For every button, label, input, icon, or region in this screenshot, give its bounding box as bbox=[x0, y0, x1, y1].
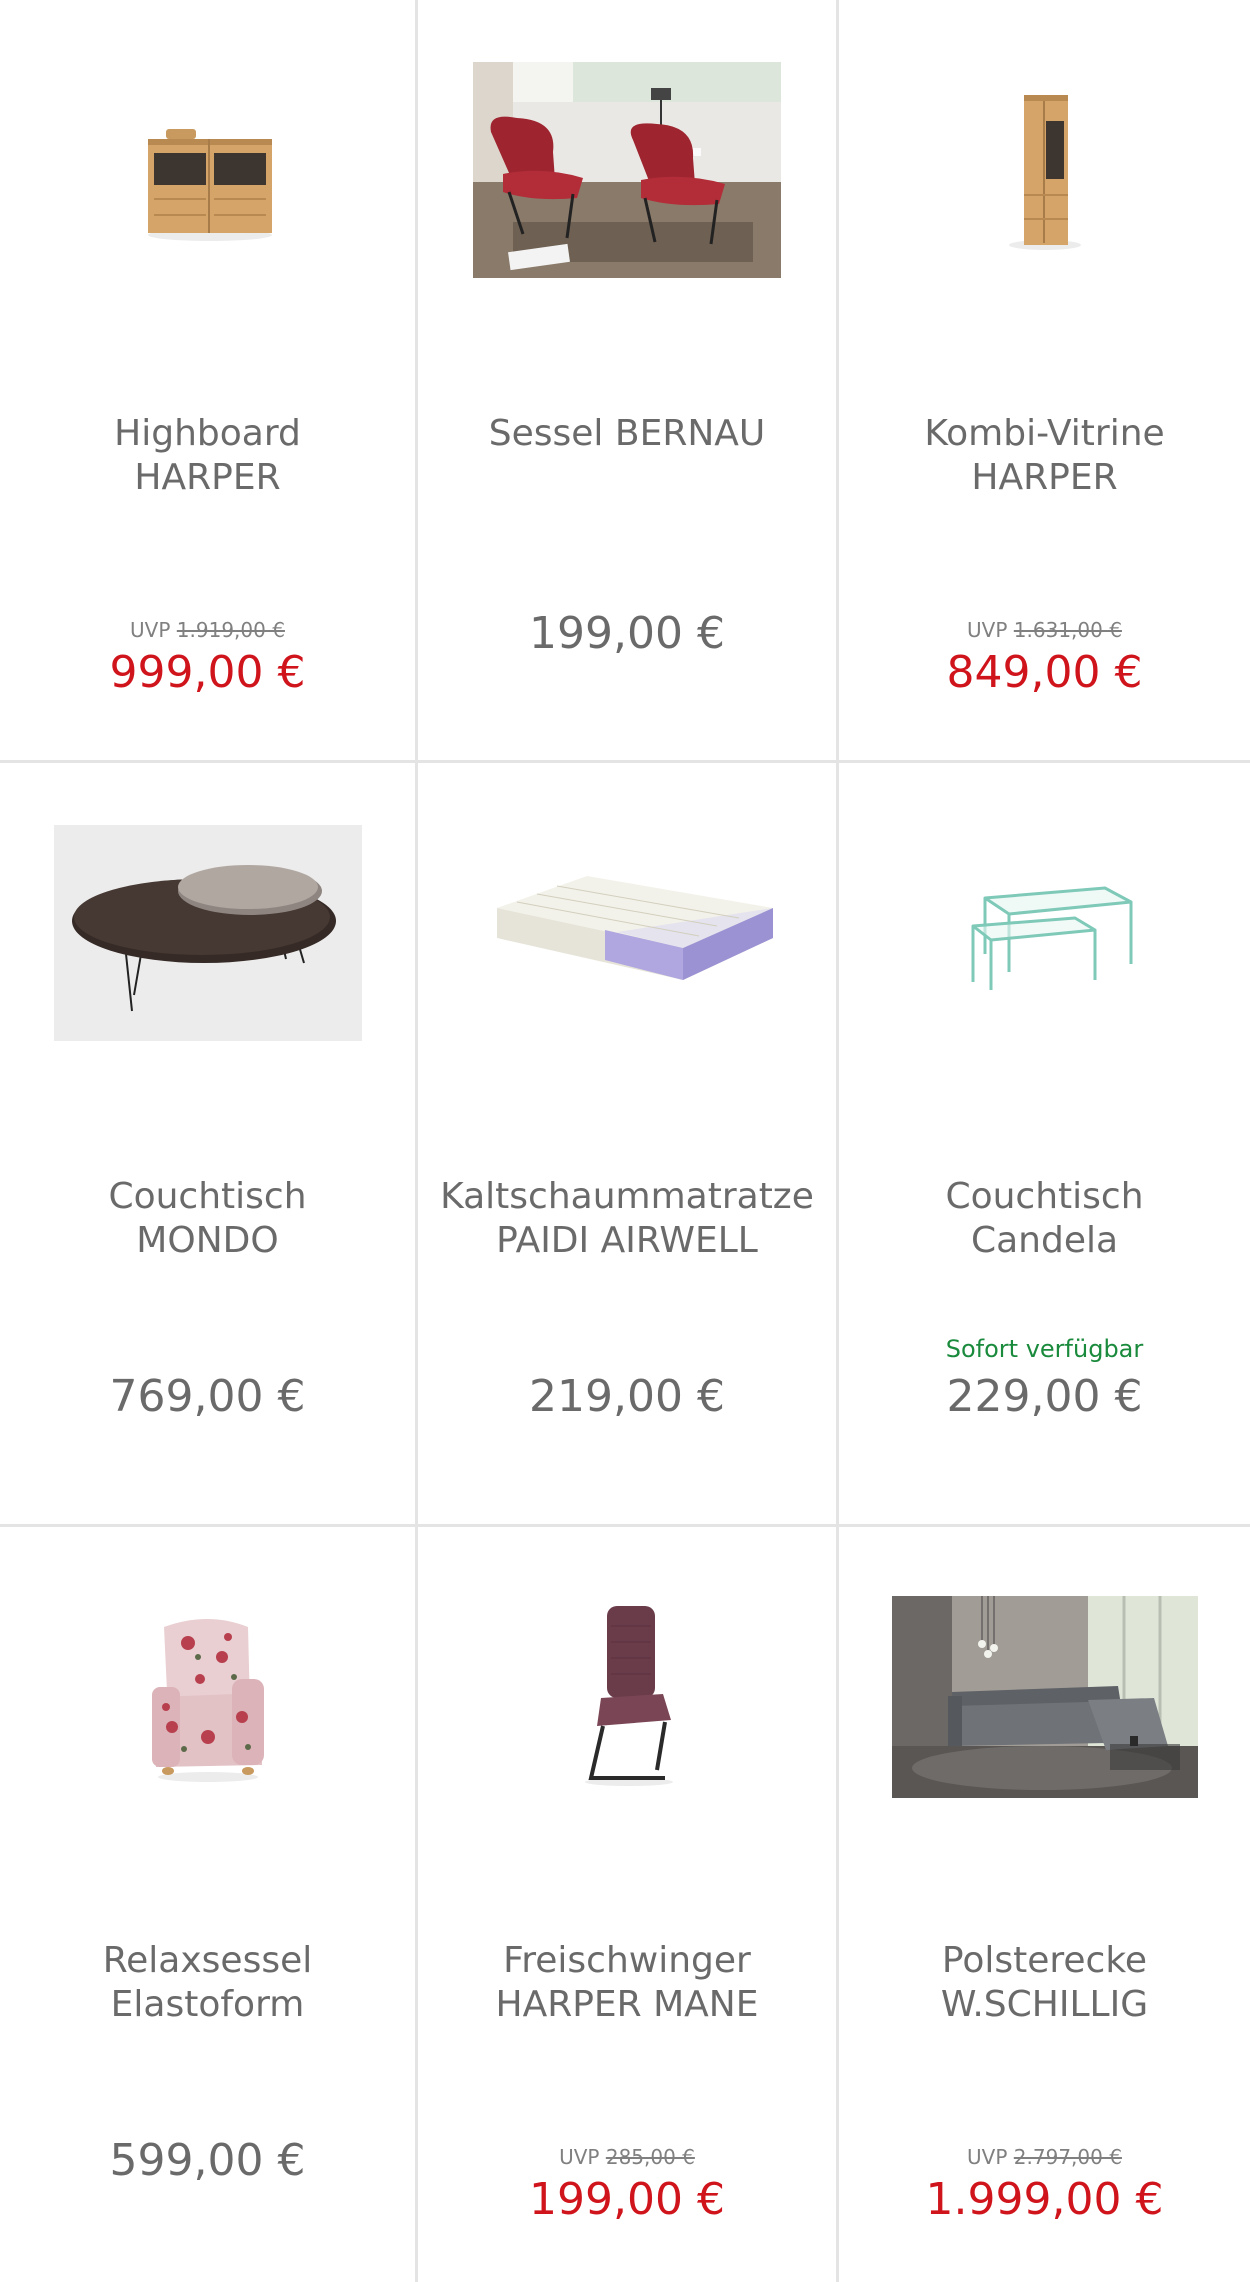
uvp-old-price: 1.919,00 € bbox=[176, 618, 285, 642]
floral-armchair-image[interactable] bbox=[0, 1567, 415, 1827]
armchair-pair-image[interactable] bbox=[418, 40, 836, 300]
product-name[interactable]: Kombi-Vitrine HARPER bbox=[853, 412, 1236, 500]
price: 599,00 € bbox=[109, 2135, 306, 2186]
uvp-price: UVP 1.919,00 € bbox=[0, 617, 415, 643]
uvp-price: UVP 1.631,00 € bbox=[839, 617, 1250, 643]
product-card-relaxsessel-elastoform[interactable]: Relaxsessel Elastoform 599,00 € bbox=[0, 1527, 418, 2282]
price: 199,00 € bbox=[529, 608, 725, 659]
product-name[interactable]: Polsterecke W.SCHILLIG bbox=[853, 1939, 1236, 2027]
sale-price: 1.999,00 € bbox=[925, 2174, 1164, 2225]
price: 229,00 € bbox=[946, 1371, 1143, 1422]
price: 769,00 € bbox=[109, 1371, 306, 1422]
uvp-old-price: 2.797,00 € bbox=[1013, 2145, 1122, 2169]
product-card-sessel-bernau[interactable]: Sessel BERNAU 199,00 € bbox=[418, 0, 839, 763]
product-name[interactable]: Kaltschaummatratze PAIDI AIRWELL bbox=[432, 1175, 822, 1263]
product-name[interactable]: Highboard HARPER bbox=[14, 412, 401, 500]
product-card-highboard-harper[interactable]: Highboard HARPER UVP 1.919,00 € 999,00 € bbox=[0, 0, 418, 763]
glass-nesting-tables-image[interactable] bbox=[839, 803, 1250, 1063]
product-card-couchtisch-mondo[interactable]: Couchtisch MONDO 769,00 € bbox=[0, 763, 418, 1527]
uvp-label: UVP bbox=[559, 2145, 600, 2169]
product-card-kaltschaummatratze-paidi-airwell[interactable]: Kaltschaummatratze PAIDI AIRWELL 219,00 … bbox=[418, 763, 839, 1527]
oval-coffee-table-image[interactable] bbox=[0, 803, 415, 1063]
uvp-label: UVP bbox=[967, 2145, 1008, 2169]
uvp-price: UVP 2.797,00 € bbox=[839, 2144, 1250, 2170]
uvp-label: UVP bbox=[967, 618, 1008, 642]
product-name[interactable]: Freischwinger HARPER MANE bbox=[432, 1939, 822, 2027]
product-name[interactable]: Couchtisch MONDO bbox=[14, 1175, 401, 1263]
corner-sofa-image[interactable] bbox=[839, 1567, 1250, 1827]
product-name[interactable]: Sessel BERNAU bbox=[432, 412, 822, 456]
uvp-price: UVP 285,00 € bbox=[418, 2144, 836, 2170]
vitrine-image[interactable] bbox=[839, 40, 1250, 300]
uvp-old-price: 285,00 € bbox=[605, 2145, 695, 2169]
uvp-label: UVP bbox=[130, 618, 171, 642]
product-grid: Highboard HARPER UVP 1.919,00 € 999,00 € bbox=[0, 0, 1250, 2282]
uvp-old-price: 1.631,00 € bbox=[1013, 618, 1122, 642]
cantilever-chair-image[interactable] bbox=[418, 1567, 836, 1827]
product-card-polsterecke-w-schillig[interactable]: Polsterecke W.SCHILLIG UVP 2.797,00 € 1.… bbox=[839, 1527, 1250, 2282]
sale-price: 999,00 € bbox=[109, 647, 306, 698]
product-card-freischwinger-harper-mane[interactable]: Freischwinger HARPER MANE UVP 285,00 € 1… bbox=[418, 1527, 839, 2282]
availability-label: Sofort verfügbar bbox=[945, 1335, 1144, 1363]
sale-price: 199,00 € bbox=[529, 2174, 725, 2225]
product-name[interactable]: Couchtisch Candela bbox=[853, 1175, 1236, 1263]
mattress-image[interactable] bbox=[418, 803, 836, 1063]
sale-price: 849,00 € bbox=[946, 647, 1143, 698]
price: 219,00 € bbox=[529, 1371, 725, 1422]
highboard-image[interactable] bbox=[0, 40, 415, 300]
product-card-kombi-vitrine-harper[interactable]: Kombi-Vitrine HARPER UVP 1.631,00 € 849,… bbox=[839, 0, 1250, 763]
product-card-couchtisch-candela[interactable]: Couchtisch Candela Sofort verfügbar 229,… bbox=[839, 763, 1250, 1527]
product-name[interactable]: Relaxsessel Elastoform bbox=[14, 1939, 401, 2027]
